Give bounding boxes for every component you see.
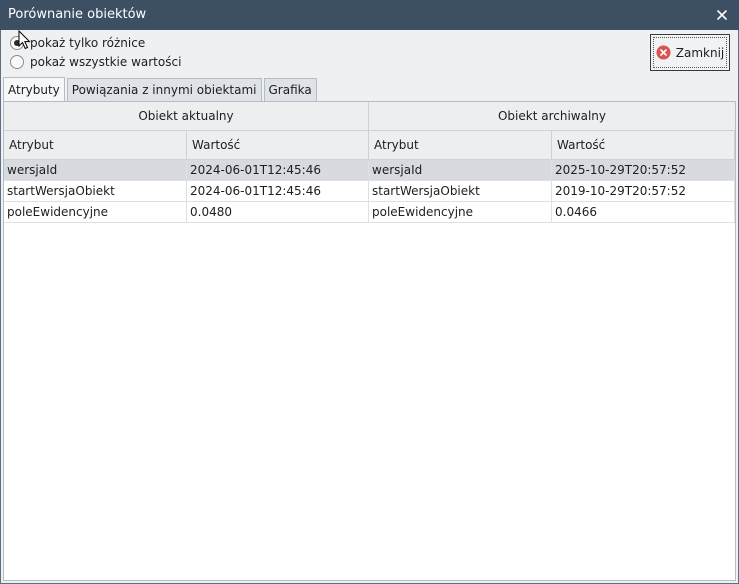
cell-attribute[interactable]: startWersjaObiekt — [369, 181, 552, 201]
close-button-label: Zamknij — [675, 45, 725, 60]
tab-relations[interactable]: Powiązania z innymi obiektami — [66, 78, 262, 101]
column-header-attribute[interactable]: Atrybut — [4, 131, 187, 159]
group-header-archival: Obiekt archiwalny — [497, 109, 607, 123]
radio-label: pokaż wszystkie wartości — [30, 55, 182, 69]
cell-attribute[interactable]: poleEwidencyjne — [369, 202, 552, 222]
column-header-attribute[interactable]: Atrybut — [369, 131, 552, 159]
comparison-table: Obiekt aktualny Obiekt archiwalny Atrybu… — [4, 102, 735, 223]
cell-attribute[interactable]: wersjaId — [4, 160, 187, 180]
radio-show-all-values[interactable]: pokaż wszystkie wartości — [10, 53, 181, 71]
column-header-value[interactable]: Wartość — [187, 131, 369, 159]
group-header-row: Obiekt aktualny Obiekt archiwalny — [4, 102, 735, 131]
cell-value[interactable]: 0.0466 — [552, 202, 735, 222]
cell-attribute[interactable]: startWersjaObiekt — [4, 181, 187, 201]
radio-label: pokaż tylko różnice — [30, 36, 146, 50]
cell-attribute[interactable]: wersjaId — [369, 160, 552, 180]
group-header-current: Obiekt aktualny — [4, 102, 369, 130]
window-title: Porównanie obiektów — [8, 7, 147, 22]
tab-attributes[interactable]: Atrybuty — [3, 77, 65, 101]
cell-attribute[interactable]: poleEwidencyjne — [4, 202, 187, 222]
radio-button[interactable] — [10, 55, 24, 69]
table-row[interactable]: wersjaId 2024-06-01T12:45:46 wersjaId 20… — [4, 160, 735, 181]
cell-value[interactable]: 2024-06-01T12:45:46 — [187, 160, 369, 180]
tab-graphics[interactable]: Grafika — [263, 78, 317, 101]
close-circle-icon — [656, 45, 671, 60]
cell-value[interactable]: 2025-10-29T20:57:52 — [552, 160, 735, 180]
table-row[interactable]: startWersjaObiekt 2024-06-01T12:45:46 st… — [4, 181, 735, 202]
tab-bar: Atrybuty Powiązania z innymi obiektami G… — [3, 77, 319, 101]
mouse-cursor-icon — [18, 30, 31, 50]
cell-value[interactable]: 2024-06-01T12:45:46 — [187, 181, 369, 201]
attributes-panel: Obiekt aktualny Obiekt archiwalny Atrybu… — [3, 101, 736, 581]
column-header-row: Atrybut Wartość Atrybut Wartość — [4, 131, 735, 160]
cell-value[interactable]: 0.0480 — [187, 202, 369, 222]
close-button[interactable]: Zamknij — [650, 34, 730, 71]
close-window-icon[interactable] — [711, 4, 733, 26]
cell-value[interactable]: 2019-10-29T20:57:52 — [552, 181, 735, 201]
column-header-value[interactable]: Wartość — [552, 131, 735, 159]
table-row[interactable]: poleEwidencyjne 0.0480 poleEwidencyjne 0… — [4, 202, 735, 223]
title-bar: Porównanie obiektów — [0, 0, 739, 30]
